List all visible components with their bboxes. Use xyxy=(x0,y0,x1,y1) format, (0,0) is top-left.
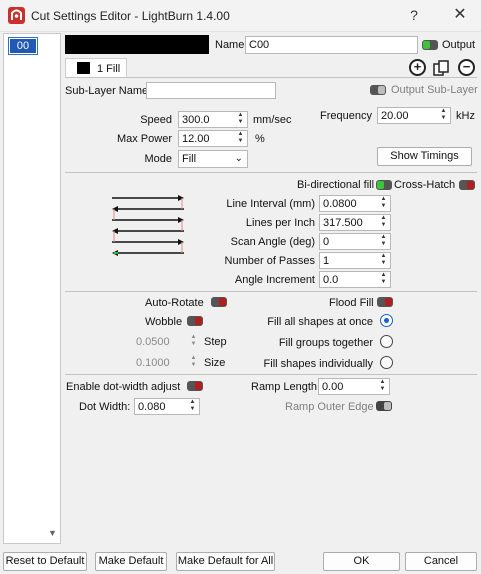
max-power-unit: % xyxy=(255,133,265,145)
section-divider xyxy=(65,172,477,173)
bidirectional-fill-diagram xyxy=(106,190,190,266)
dot-width-label: Dot Width: xyxy=(79,401,131,413)
passes-label: Number of Passes xyxy=(224,255,315,267)
wobble-size-spin-icon[interactable]: ▲ ▼ xyxy=(188,355,199,370)
fill-all-label: Fill all shapes at once xyxy=(267,316,373,328)
title-bar: Cut Settings Editor - LightBurn 1.4.00 ?… xyxy=(0,0,481,32)
max-power-label: Max Power xyxy=(116,133,172,145)
frequency-unit: kHz xyxy=(456,110,475,122)
remove-sublayer-icon[interactable]: − xyxy=(458,59,475,76)
speed-unit: mm/sec xyxy=(253,114,292,126)
layer-color-swatch[interactable] xyxy=(65,35,209,54)
fill-all-radio[interactable] xyxy=(380,314,393,327)
fill-groups-label: Fill groups together xyxy=(278,337,373,349)
cancel-button[interactable]: Cancel xyxy=(405,552,477,571)
dot-width-input[interactable]: 0.080 ▲ ▼ xyxy=(134,398,200,415)
crosshatch-label: Cross-Hatch xyxy=(394,179,456,191)
wobble-size-label: Size xyxy=(204,357,226,369)
sublayer-swatch xyxy=(77,62,90,74)
tab-fill[interactable]: 1 Fill xyxy=(65,58,127,77)
lpi-input[interactable]: 317.500 ▲ ▼ xyxy=(319,214,391,231)
passes-input[interactable]: 1 ▲ ▼ xyxy=(319,252,391,269)
show-timings-button[interactable]: Show Timings xyxy=(377,147,472,166)
frequency-label: Frequency xyxy=(320,110,372,122)
scan-angle-spin-icon[interactable]: ▲ ▼ xyxy=(378,234,389,249)
auto-rotate-label: Auto-Rotate xyxy=(145,297,204,309)
copy-sublayer-icon[interactable] xyxy=(432,59,450,77)
fill-groups-radio[interactable] xyxy=(380,335,393,348)
scroll-down-icon[interactable]: ▼ xyxy=(48,528,57,538)
mode-select[interactable]: Fill ⌄ xyxy=(178,150,248,168)
ramp-outer-edge-label: Ramp Outer Edge xyxy=(285,401,374,413)
fill-individual-label: Fill shapes individually xyxy=(263,358,373,370)
dot-width-adjust-label: Enable dot-width adjust xyxy=(66,381,181,393)
ramp-length-label: Ramp Length xyxy=(251,381,318,393)
add-sublayer-icon[interactable]: + xyxy=(409,59,426,76)
flood-fill-toggle[interactable] xyxy=(377,297,393,307)
crosshatch-toggle[interactable] xyxy=(459,180,475,190)
fill-individual-radio[interactable] xyxy=(380,356,393,369)
flood-fill-label: Flood Fill xyxy=(329,297,374,309)
wobble-step-input[interactable]: 0.0500 ▲ ▼ xyxy=(133,334,200,351)
dot-width-adjust-toggle[interactable] xyxy=(187,381,203,391)
window-title: Cut Settings Editor - LightBurn 1.4.00 xyxy=(31,9,230,23)
tab-divider xyxy=(65,77,477,78)
ramp-length-input[interactable]: 0.00 ▲ ▼ xyxy=(318,378,390,395)
ramp-length-spin-icon[interactable]: ▲ ▼ xyxy=(377,379,388,394)
speed-label: Speed xyxy=(140,114,172,126)
close-button[interactable]: ✕ xyxy=(451,6,469,24)
frequency-spin-icon[interactable]: ▲ ▼ xyxy=(438,108,449,123)
speed-spin-icon[interactable]: ▲ ▼ xyxy=(235,112,246,127)
wobble-label: Wobble xyxy=(145,316,183,328)
reset-to-default-button[interactable]: Reset to Default xyxy=(3,552,87,571)
section-divider-3 xyxy=(65,374,477,375)
passes-spin-icon[interactable]: ▲ ▼ xyxy=(378,253,389,268)
output-toggle[interactable] xyxy=(422,40,438,50)
line-interval-input[interactable]: 0.0800 ▲ ▼ xyxy=(319,195,391,212)
mode-label: Mode xyxy=(144,153,172,165)
make-default-button[interactable]: Make Default xyxy=(95,552,167,571)
max-power-spin-icon[interactable]: ▲ ▼ xyxy=(235,131,246,146)
make-default-for-all-button[interactable]: Make Default for All xyxy=(176,552,275,571)
auto-rotate-toggle[interactable] xyxy=(211,297,227,307)
help-button[interactable]: ? xyxy=(405,6,423,24)
angle-increment-spin-icon[interactable]: ▲ ▼ xyxy=(378,272,389,287)
section-divider-2 xyxy=(65,291,477,292)
layer-chip-label: 00 xyxy=(10,39,36,53)
lpi-spin-icon[interactable]: ▲ ▼ xyxy=(378,215,389,230)
wobble-size-input[interactable]: 0.1000 ▲ ▼ xyxy=(133,355,200,372)
wobble-step-spin-icon[interactable]: ▲ ▼ xyxy=(188,334,199,349)
dot-width-spin-icon[interactable]: ▲ ▼ xyxy=(187,399,198,414)
layer-chip-00[interactable]: 00 xyxy=(8,37,38,55)
chevron-down-icon: ⌄ xyxy=(234,153,243,164)
wobble-toggle[interactable] xyxy=(187,316,203,326)
angle-increment-input[interactable]: 0.0 ▲ ▼ xyxy=(319,271,391,288)
max-power-input[interactable]: 12.00 ▲ ▼ xyxy=(178,130,248,147)
scan-angle-label: Scan Angle (deg) xyxy=(230,236,315,248)
lightburn-logo-icon xyxy=(8,7,25,24)
ok-button[interactable]: OK xyxy=(323,552,400,571)
layer-list[interactable]: 00 ▼ xyxy=(3,33,61,544)
output-label: Output xyxy=(442,39,476,51)
sublayer-name-label: Sub-Layer Name xyxy=(65,85,149,97)
angle-increment-label: Angle Increment xyxy=(234,274,315,286)
name-label: Name xyxy=(215,39,245,51)
line-interval-spin-icon[interactable]: ▲ ▼ xyxy=(378,196,389,211)
output-sublayer-label: Output Sub-Layer xyxy=(391,84,478,96)
sublayer-name-field[interactable] xyxy=(146,82,276,99)
speed-input[interactable]: 300.0 ▲ ▼ xyxy=(178,111,248,128)
line-interval-label: Line Interval (mm) xyxy=(226,198,315,210)
bidirectional-toggle[interactable] xyxy=(376,180,392,190)
name-field[interactable]: C00 xyxy=(245,36,418,54)
lpi-label: Lines per Inch xyxy=(245,217,315,229)
scan-angle-input[interactable]: 0 ▲ ▼ xyxy=(319,233,391,250)
bidirectional-label: Bi-directional fill xyxy=(297,179,375,191)
output-sublayer-toggle[interactable] xyxy=(370,85,386,95)
wobble-step-label: Step xyxy=(204,336,227,348)
ramp-outer-edge-toggle[interactable] xyxy=(376,401,392,411)
tab-fill-label: 1 Fill xyxy=(97,63,121,75)
frequency-input[interactable]: 20.00 ▲ ▼ xyxy=(377,107,451,124)
